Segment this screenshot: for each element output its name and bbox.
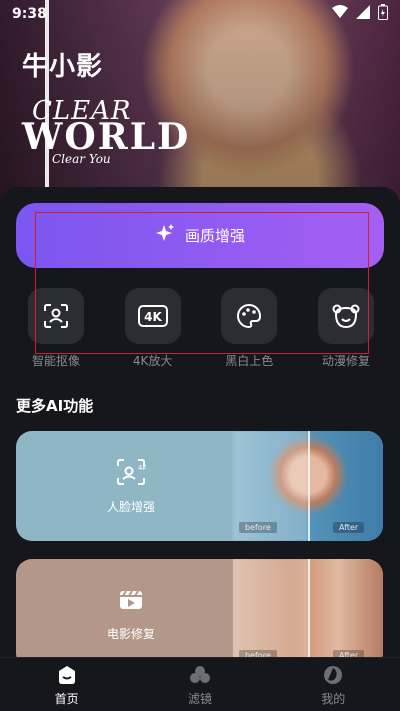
more-ai-section-title: 更多AI功能 bbox=[16, 397, 94, 415]
hero-clear-you-text: Clear You bbox=[52, 152, 111, 166]
face-enhance-preview-image: before After bbox=[233, 431, 383, 541]
after-tag: After bbox=[333, 522, 365, 533]
main-panel: 画质增强 智能抠像 4K 4K放大 黑白上色 动漫修复 更多AI功能 befor… bbox=[0, 187, 400, 669]
card-center: 电影修复 bbox=[76, 559, 186, 669]
app-title: 牛小影 bbox=[22, 52, 104, 82]
nav-profile[interactable]: 我的 bbox=[283, 664, 383, 707]
face-enhance-card[interactable]: before After 4K 人脸增强 bbox=[16, 431, 383, 541]
status-icons bbox=[332, 4, 388, 24]
portrait-scan-icon bbox=[28, 288, 84, 344]
status-bar: 9:38 bbox=[0, 0, 400, 28]
sparkle-icon bbox=[155, 223, 175, 248]
svg-text:4K: 4K bbox=[144, 310, 162, 324]
film-repair-label: 电影修复 bbox=[106, 626, 155, 641]
profile-icon bbox=[322, 664, 344, 686]
tool-label: 4K放大 bbox=[132, 354, 173, 368]
app-root: 9:38 牛小影 CLEAR WORLD Clear You 画质增强 智能抠像… bbox=[0, 0, 400, 711]
face-enhance-icon: 4K bbox=[116, 458, 147, 490]
tool-portrait-cutout[interactable]: 智能抠像 bbox=[16, 288, 96, 369]
enhance-quality-label: 画质增强 bbox=[184, 227, 245, 245]
tools-row: 智能抠像 4K 4K放大 黑白上色 动漫修复 bbox=[16, 288, 386, 369]
tool-4k-upscale[interactable]: 4K 4K放大 bbox=[113, 288, 193, 369]
tool-label: 动漫修复 bbox=[321, 354, 370, 368]
nav-home-label: 首页 bbox=[54, 691, 79, 706]
face-enhance-label: 人脸增强 bbox=[106, 499, 155, 514]
nav-filter[interactable]: 滤镜 bbox=[150, 664, 250, 707]
tool-label: 黑白上色 bbox=[225, 354, 274, 368]
status-time: 9:38 bbox=[12, 6, 47, 22]
nav-filter-label: 滤镜 bbox=[187, 691, 212, 706]
bear-face-icon bbox=[317, 288, 374, 344]
wifi-icon bbox=[332, 5, 348, 23]
nav-profile-label: 我的 bbox=[321, 691, 346, 706]
card-center: 4K 人脸增强 bbox=[76, 431, 186, 541]
signal-icon bbox=[356, 5, 370, 23]
svg-text:4K: 4K bbox=[138, 464, 146, 472]
bottom-nav: 首页 滤镜 我的 bbox=[0, 657, 400, 711]
compare-divider bbox=[308, 559, 310, 669]
nav-home[interactable]: 首页 bbox=[17, 664, 117, 707]
compare-divider bbox=[308, 431, 310, 541]
tool-label: 智能抠像 bbox=[31, 354, 80, 368]
palette-icon bbox=[221, 288, 278, 344]
battery-icon bbox=[378, 4, 388, 24]
tool-colorize[interactable]: 黑白上色 bbox=[209, 288, 289, 369]
4k-icon: 4K bbox=[124, 288, 181, 344]
before-tag: before bbox=[239, 522, 277, 533]
film-repair-card[interactable]: before After 电影修复 bbox=[16, 559, 383, 669]
hero-compare-divider bbox=[45, 0, 49, 190]
filter-icon bbox=[189, 664, 211, 686]
tool-anime-repair[interactable]: 动漫修复 bbox=[306, 288, 386, 369]
home-icon bbox=[56, 664, 78, 686]
enhance-quality-button[interactable]: 画质增强 bbox=[16, 203, 384, 268]
film-repair-preview-image: before After bbox=[233, 559, 383, 669]
film-repair-icon bbox=[118, 587, 144, 617]
